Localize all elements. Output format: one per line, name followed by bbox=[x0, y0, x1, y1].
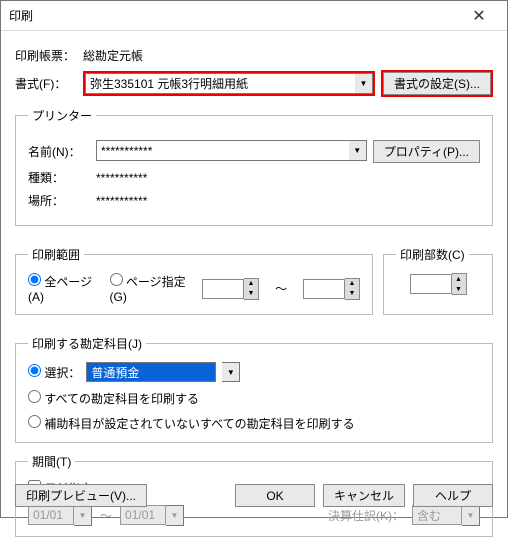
cancel-button[interactable]: キャンセル bbox=[323, 484, 405, 507]
chevron-down-icon: ▼ bbox=[74, 505, 92, 526]
printer-location-value: *********** bbox=[96, 194, 147, 208]
closing-combo: 含む bbox=[412, 505, 462, 525]
form-label: 印刷帳票： bbox=[15, 47, 83, 64]
all-pages-radio[interactable] bbox=[28, 273, 41, 286]
up-arrow-icon[interactable]: ▲ bbox=[452, 274, 466, 284]
all-accounts-radio[interactable] bbox=[28, 390, 41, 403]
window-title: 印刷 bbox=[9, 7, 459, 24]
account-select[interactable]: 普通預金 bbox=[86, 362, 216, 382]
period-from: 01/01 bbox=[28, 505, 74, 525]
printer-type-value: *********** bbox=[96, 171, 147, 185]
printer-name-label: 名前(N)： bbox=[28, 143, 96, 160]
format-combo[interactable] bbox=[85, 73, 355, 94]
print-range-legend: 印刷範囲 bbox=[28, 246, 84, 263]
period-to: 01/01 bbox=[120, 505, 166, 525]
accounts-group: 印刷する勘定科目(J) 選択： 普通預金 ▼ すべての勘定科目を印刷する 補助科目… bbox=[15, 335, 493, 443]
titlebar: 印刷 ✕ bbox=[1, 1, 507, 31]
chevron-down-icon[interactable]: ▼ bbox=[222, 362, 240, 382]
all-accounts-radio-label[interactable]: すべての勘定科目を印刷する bbox=[28, 392, 199, 406]
printer-location-label: 場所： bbox=[28, 192, 96, 209]
down-arrow-icon[interactable]: ▼ bbox=[345, 289, 359, 299]
print-preview-button[interactable]: 印刷プレビュー(V)... bbox=[15, 484, 147, 507]
up-arrow-icon[interactable]: ▲ bbox=[244, 279, 258, 289]
down-arrow-icon[interactable]: ▼ bbox=[452, 284, 466, 294]
accounts-legend: 印刷する勘定科目(J) bbox=[28, 335, 146, 352]
chevron-down-icon: ▼ bbox=[166, 505, 184, 526]
close-icon[interactable]: ✕ bbox=[459, 6, 499, 26]
copies-legend: 印刷部数(C) bbox=[396, 246, 469, 263]
printer-name-combo[interactable] bbox=[96, 140, 349, 161]
select-radio-label[interactable]: 選択： bbox=[28, 364, 80, 381]
select-radio[interactable] bbox=[28, 364, 41, 377]
ok-button[interactable]: OK bbox=[235, 484, 315, 507]
chevron-down-icon[interactable]: ▼ bbox=[349, 140, 367, 161]
form-value: 総勘定元帳 bbox=[83, 47, 143, 64]
no-aux-radio-label[interactable]: 補助科目が設定されていないすべての勘定科目を印刷する bbox=[28, 417, 355, 431]
period-legend: 期間(T) bbox=[28, 453, 75, 470]
down-arrow-icon[interactable]: ▼ bbox=[244, 289, 258, 299]
page-from-spinner[interactable]: ▲▼ bbox=[202, 278, 259, 300]
help-button[interactable]: ヘルプ bbox=[413, 484, 493, 507]
printer-legend: プリンター bbox=[28, 107, 96, 124]
all-pages-radio-label[interactable]: 全ページ(A) bbox=[28, 273, 94, 304]
page-spec-radio[interactable] bbox=[110, 273, 123, 286]
page-to-spinner[interactable]: ▲▼ bbox=[303, 278, 360, 300]
up-arrow-icon[interactable]: ▲ bbox=[345, 279, 359, 289]
no-aux-radio[interactable] bbox=[28, 415, 41, 428]
printer-properties-button[interactable]: プロパティ(P)... bbox=[373, 140, 480, 163]
page-spec-radio-label[interactable]: ページ指定(G) bbox=[110, 273, 186, 304]
chevron-down-icon[interactable]: ▼ bbox=[355, 73, 373, 94]
closing-label: 決算仕訳(K)： bbox=[328, 507, 404, 524]
copies-group: 印刷部数(C) ▲▼ bbox=[383, 246, 493, 315]
format-settings-button[interactable]: 書式の設定(S)... bbox=[383, 72, 491, 95]
copies-spinner[interactable]: ▲▼ bbox=[410, 273, 467, 295]
chevron-down-icon: ▼ bbox=[462, 505, 480, 526]
format-label: 書式(F)： bbox=[15, 75, 83, 92]
printer-type-label: 種類： bbox=[28, 169, 96, 186]
print-range-group: 印刷範囲 全ページ(A) ページ指定(G) ▲▼ ～ ▲▼ bbox=[15, 246, 373, 315]
printer-group: プリンター 名前(N)： ▼ プロパティ(P)... 種類： *********… bbox=[15, 107, 493, 226]
